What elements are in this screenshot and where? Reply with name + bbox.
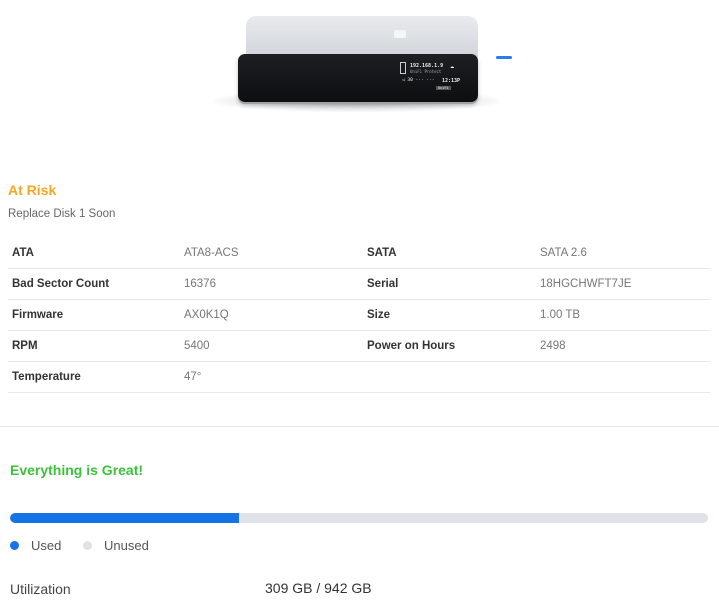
legend-used: Used bbox=[10, 538, 61, 553]
device-front-panel: 192.168.1.9 UniFi Protect ☁ ◁ 30 ··· ···… bbox=[238, 54, 478, 102]
disk-status-title: At Risk bbox=[8, 182, 57, 198]
device-lcd-screen: 192.168.1.9 UniFi Protect ☁ ◁ 30 ··· ···… bbox=[400, 62, 472, 92]
spec-row: Temperature 47° bbox=[8, 361, 710, 393]
spec-value: 2498 bbox=[540, 330, 710, 362]
spec-value bbox=[540, 361, 710, 393]
spec-label: SATA bbox=[363, 238, 540, 269]
legend-unused-label: Unused bbox=[103, 538, 149, 553]
spec-row: RPM 5400 Power on Hours 2498 bbox=[8, 330, 710, 362]
used-dot-icon bbox=[10, 541, 19, 550]
spec-label: RPM bbox=[8, 330, 184, 362]
device-image: 192.168.1.9 UniFi Protect ☁ ◁ 30 ··· ···… bbox=[200, 8, 512, 118]
ubiquiti-logo-icon bbox=[394, 30, 406, 38]
spec-label bbox=[363, 361, 540, 393]
lcd-subtitle: UniFi Protect bbox=[410, 69, 442, 74]
spec-label: Firmware bbox=[8, 299, 184, 331]
legend-used-label: Used bbox=[31, 538, 62, 553]
utilization-label: Utilization bbox=[10, 581, 71, 597]
spec-row: Bad Sector Count 16376 Serial 18HGCHWFT7JE bbox=[8, 268, 710, 300]
storage-used-fill bbox=[10, 513, 239, 523]
lcd-stats: ◁ 30 ··· ··· bbox=[402, 78, 435, 83]
cloud-icon: ☁ bbox=[450, 62, 455, 70]
storage-legend: Used Unused bbox=[10, 538, 167, 553]
utilization-value: 309 GB / 942 GB bbox=[265, 580, 372, 596]
disk-specs-table: ATA ATA8-ACS SATA SATA 2.6 Bad Sector Count 1… bbox=[8, 238, 710, 393]
spec-value: 47° bbox=[184, 361, 363, 393]
spec-value: AX0K1Q bbox=[184, 299, 363, 331]
spec-label: ATA bbox=[8, 238, 184, 269]
spec-row: ATA ATA8-ACS SATA SATA 2.6 bbox=[8, 238, 710, 269]
section-divider bbox=[0, 426, 719, 427]
disk-status-message: Replace Disk 1 Soon bbox=[8, 208, 116, 220]
spec-label: Bad Sector Count bbox=[8, 268, 184, 300]
spec-value: 18HGCHWFT7JE bbox=[540, 268, 710, 300]
spec-row: Firmware AX0K1Q Size 1.00 TB bbox=[8, 299, 710, 331]
spec-label: Power on Hours bbox=[363, 330, 540, 362]
lcd-brand: UniFi bbox=[436, 86, 451, 90]
spec-value: ATA8-ACS bbox=[184, 238, 363, 269]
spec-value: 16376 bbox=[184, 268, 363, 300]
storage-bars-icon bbox=[400, 62, 406, 74]
spec-value: 1.00 TB bbox=[540, 299, 710, 331]
spec-label: Serial bbox=[363, 268, 540, 300]
unused-dot-icon bbox=[82, 541, 92, 550]
storage-status-title: Everything is Great! bbox=[10, 462, 144, 478]
spec-label: Size bbox=[363, 299, 540, 331]
spec-value: 5400 bbox=[184, 330, 363, 362]
legend-unused: Unused bbox=[82, 538, 149, 553]
status-led-icon bbox=[496, 56, 512, 59]
spec-label: Temperature bbox=[8, 361, 184, 393]
lcd-time: 12:13P bbox=[442, 78, 461, 84]
spec-value: SATA 2.6 bbox=[540, 238, 710, 269]
storage-utilization-bar bbox=[10, 513, 708, 523]
